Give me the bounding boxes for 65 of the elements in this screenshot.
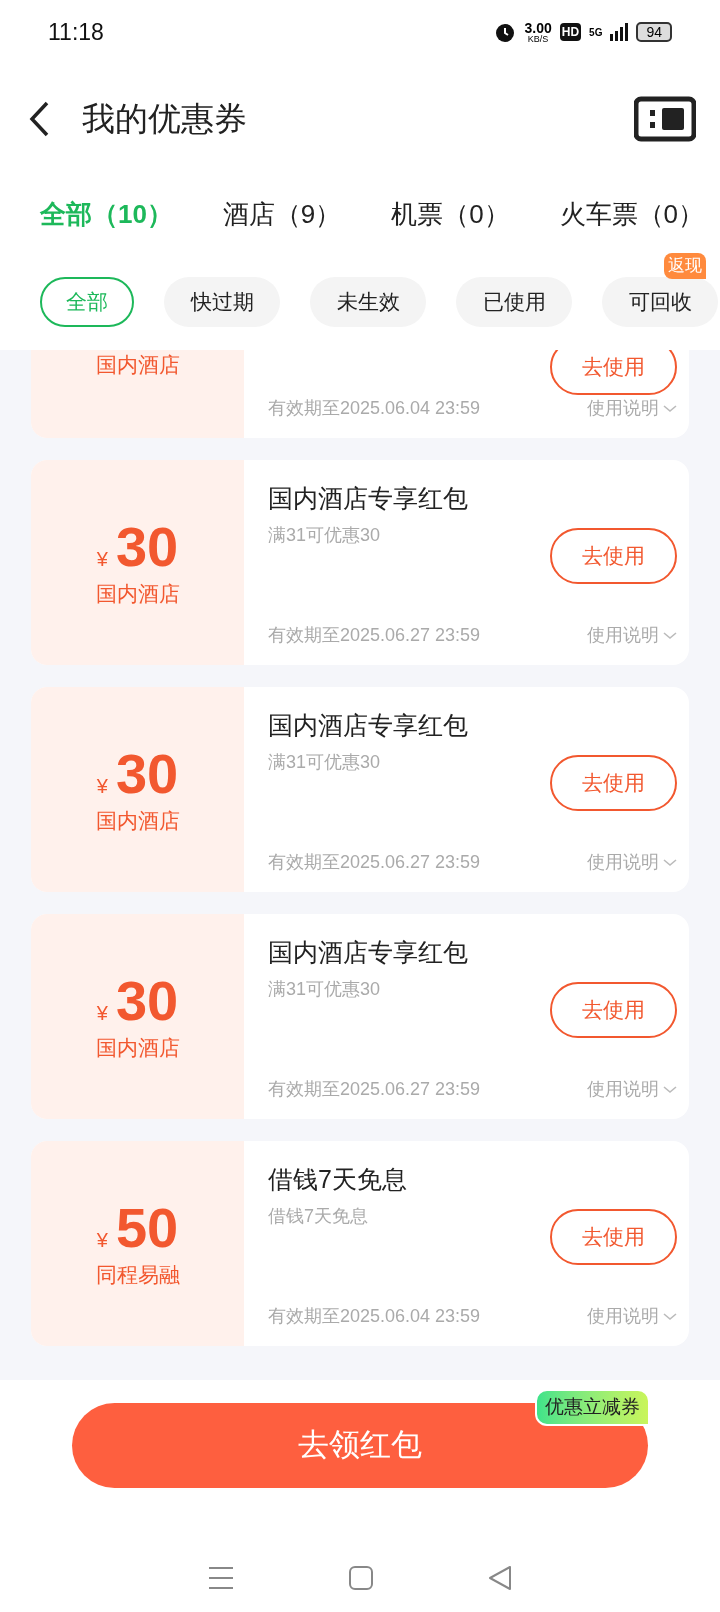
use-button[interactable]: 去使用: [550, 1209, 677, 1265]
coupon-title: 借钱7天免息: [268, 1164, 408, 1195]
coupon-condition: 满31可优惠30: [268, 750, 382, 774]
chevron-down-icon: [663, 1312, 677, 1321]
category-tab[interactable]: 机票（0）: [391, 194, 510, 234]
back-nav-icon[interactable]: [488, 1566, 513, 1590]
coupon-condition: 满31可优惠30: [268, 523, 382, 547]
network-type: 5G: [589, 25, 603, 40]
chevron-down-icon: [663, 1085, 677, 1094]
home-icon[interactable]: [349, 1566, 373, 1590]
instructions-link[interactable]: 使用说明: [587, 395, 677, 422]
validity-date: 有效期至2025.06.27 23:59: [268, 851, 481, 874]
filter-chip[interactable]: 未生效: [310, 277, 426, 327]
battery-indicator: 94: [636, 22, 672, 42]
coupon-category: 同程易融: [95, 1261, 180, 1288]
instructions-link[interactable]: 使用说明: [587, 622, 677, 649]
validity-date: 有效期至2025.06.04 23:59: [268, 397, 481, 420]
coupon-category: 国内酒店: [95, 1034, 180, 1061]
hd-badge: HD: [559, 23, 582, 41]
coupon-title: 国内酒店专享红包: [268, 937, 469, 968]
coupon-condition: 满31可优惠30: [268, 977, 382, 1001]
validity-date: 有效期至2025.06.27 23:59: [268, 624, 481, 647]
coupon-amount: 30: [115, 515, 179, 578]
coupon-title: 国内酒店专享红包: [268, 483, 469, 514]
coupon-condition: 借钱7天免息: [268, 1204, 369, 1228]
chevron-down-icon: [663, 404, 677, 413]
category-tab[interactable]: 酒店（9）: [222, 194, 342, 234]
use-button[interactable]: 去使用: [550, 528, 677, 584]
use-button[interactable]: 去使用: [550, 755, 677, 811]
discount-badge: 优惠立减券: [535, 1389, 650, 1426]
filter-chip[interactable]: 已使用: [456, 277, 572, 327]
currency-symbol: ¥: [96, 546, 108, 572]
coupon-title: 国内酒店专享红包: [268, 710, 469, 741]
page-title: 我的优惠券: [82, 99, 247, 140]
network-speed: 3.00: [524, 20, 552, 35]
category-tab[interactable]: 全部（10）: [40, 194, 173, 234]
menu-icon[interactable]: [207, 1566, 234, 1590]
filter-chip[interactable]: 可回收: [602, 277, 718, 327]
currency-symbol: ¥: [96, 1000, 108, 1026]
chevron-down-icon: [663, 631, 677, 640]
coupon-category: 国内酒店: [95, 580, 180, 607]
currency-symbol: ¥: [96, 773, 108, 799]
currency-symbol: ¥: [96, 1227, 108, 1253]
coupon-category: 国内酒店: [95, 351, 180, 378]
alarm-icon: [494, 21, 517, 43]
instructions-link[interactable]: 使用说明: [587, 1303, 677, 1330]
instructions-link[interactable]: 使用说明: [587, 849, 677, 876]
coupon-category: 国内酒店: [95, 807, 180, 834]
use-button[interactable]: 去使用: [550, 350, 677, 395]
status-time: 11:18: [48, 17, 104, 47]
use-button[interactable]: 去使用: [550, 982, 677, 1038]
coupon-amount: 30: [115, 742, 179, 805]
filter-chip[interactable]: 全部: [40, 277, 134, 327]
filter-chip[interactable]: 快过期: [164, 277, 280, 327]
signal-icon: [610, 23, 629, 41]
chevron-down-icon: [663, 858, 677, 867]
coupon-amount: 50: [115, 1196, 179, 1259]
instructions-link[interactable]: 使用说明: [587, 1076, 677, 1103]
back-icon[interactable]: [28, 101, 50, 137]
coupon-amount: 30: [115, 969, 179, 1032]
category-tab[interactable]: 火车票（0）: [559, 194, 704, 234]
validity-date: 有效期至2025.06.04 23:59: [268, 1305, 481, 1328]
cashback-badge: 返现: [664, 253, 706, 279]
speed-unit: KB/S: [527, 34, 549, 44]
validity-date: 有效期至2025.06.27 23:59: [268, 1078, 481, 1101]
